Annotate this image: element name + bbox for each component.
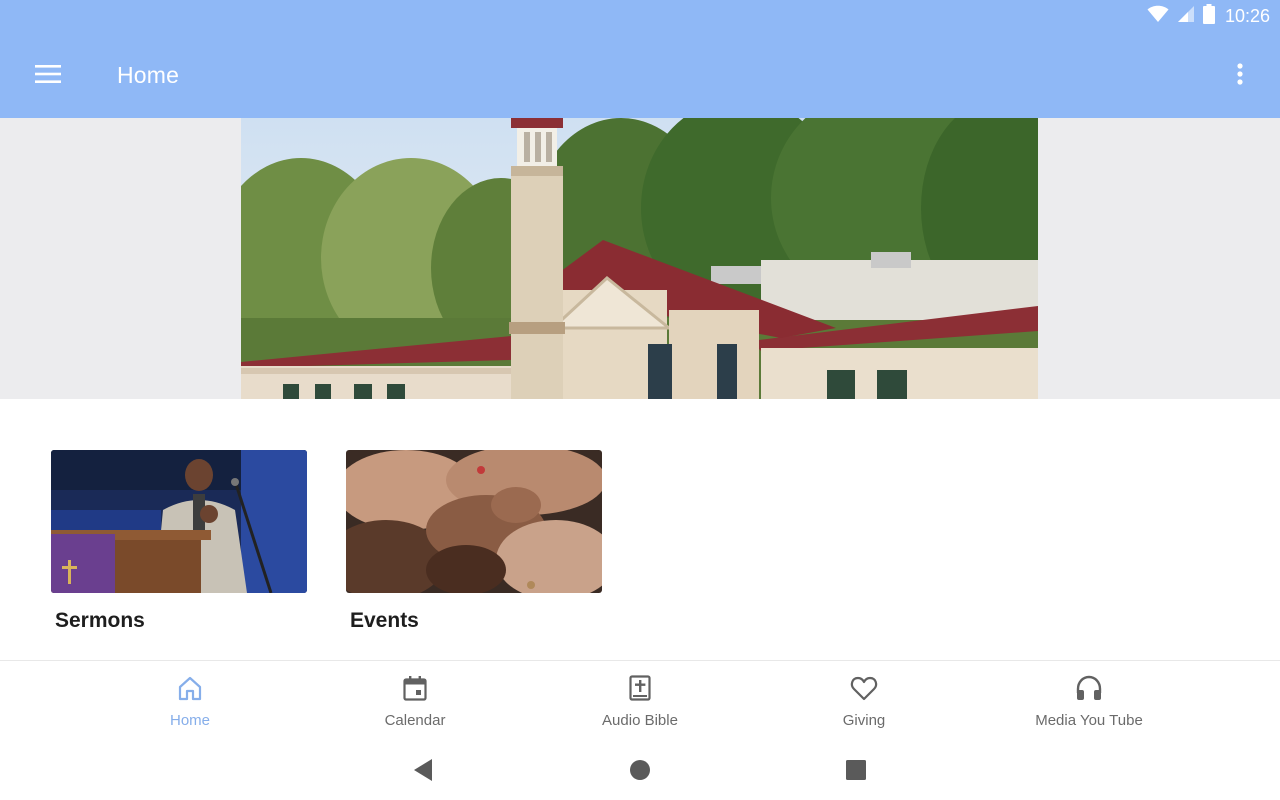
calendar-icon — [400, 673, 430, 708]
joined-hands-photo — [346, 450, 602, 593]
nav-label-giving: Giving — [842, 712, 886, 729]
status-bar: 10:26 — [1147, 3, 1270, 29]
battery-icon — [1202, 3, 1215, 29]
status-time: 10:26 — [1224, 5, 1270, 26]
home-icon — [175, 673, 205, 708]
nav-label-home: Home — [169, 712, 210, 729]
card-label-sermons: Sermons — [55, 609, 145, 632]
recents-square-icon[interactable] — [842, 756, 870, 784]
card-sermons[interactable]: Sermons — [51, 450, 307, 633]
hamburger-menu-icon[interactable] — [28, 54, 68, 94]
bottom-navigation: Home Calendar Audio Bible Giving Media Y… — [0, 660, 1280, 740]
nav-item-audio-bible[interactable]: Audio Bible — [550, 673, 730, 737]
nav-label-media-youtube: Media You Tube — [1035, 712, 1143, 729]
nav-item-media-youtube[interactable]: Media You Tube — [999, 673, 1179, 737]
heart-icon — [849, 673, 879, 708]
back-triangle-icon[interactable] — [409, 756, 437, 784]
wifi-icon — [1147, 5, 1169, 28]
church-building-photo — [241, 118, 1038, 399]
system-navigation-bar — [0, 740, 1280, 800]
nav-item-calendar[interactable]: Calendar — [325, 673, 505, 737]
card-label-events: Events — [350, 609, 419, 632]
nav-item-giving[interactable]: Giving — [774, 673, 954, 737]
page-title: Home — [117, 62, 180, 88]
home-circle-icon[interactable] — [626, 756, 654, 784]
card-events[interactable]: Events — [346, 450, 602, 633]
more-vert-icon[interactable] — [1222, 54, 1258, 94]
nav-item-home[interactable]: Home — [100, 673, 280, 737]
bible-icon — [625, 673, 655, 708]
nav-label-calendar: Calendar — [384, 712, 446, 729]
app-bar: Home — [0, 32, 1280, 118]
top-bar: 10:26 Home — [0, 0, 1280, 118]
nav-label-audio-bible: Audio Bible — [602, 712, 678, 729]
cell-signal-icon — [1177, 5, 1195, 28]
hero-banner — [0, 118, 1280, 399]
preacher-at-pulpit-photo — [51, 450, 307, 593]
headphones-icon — [1074, 673, 1104, 708]
